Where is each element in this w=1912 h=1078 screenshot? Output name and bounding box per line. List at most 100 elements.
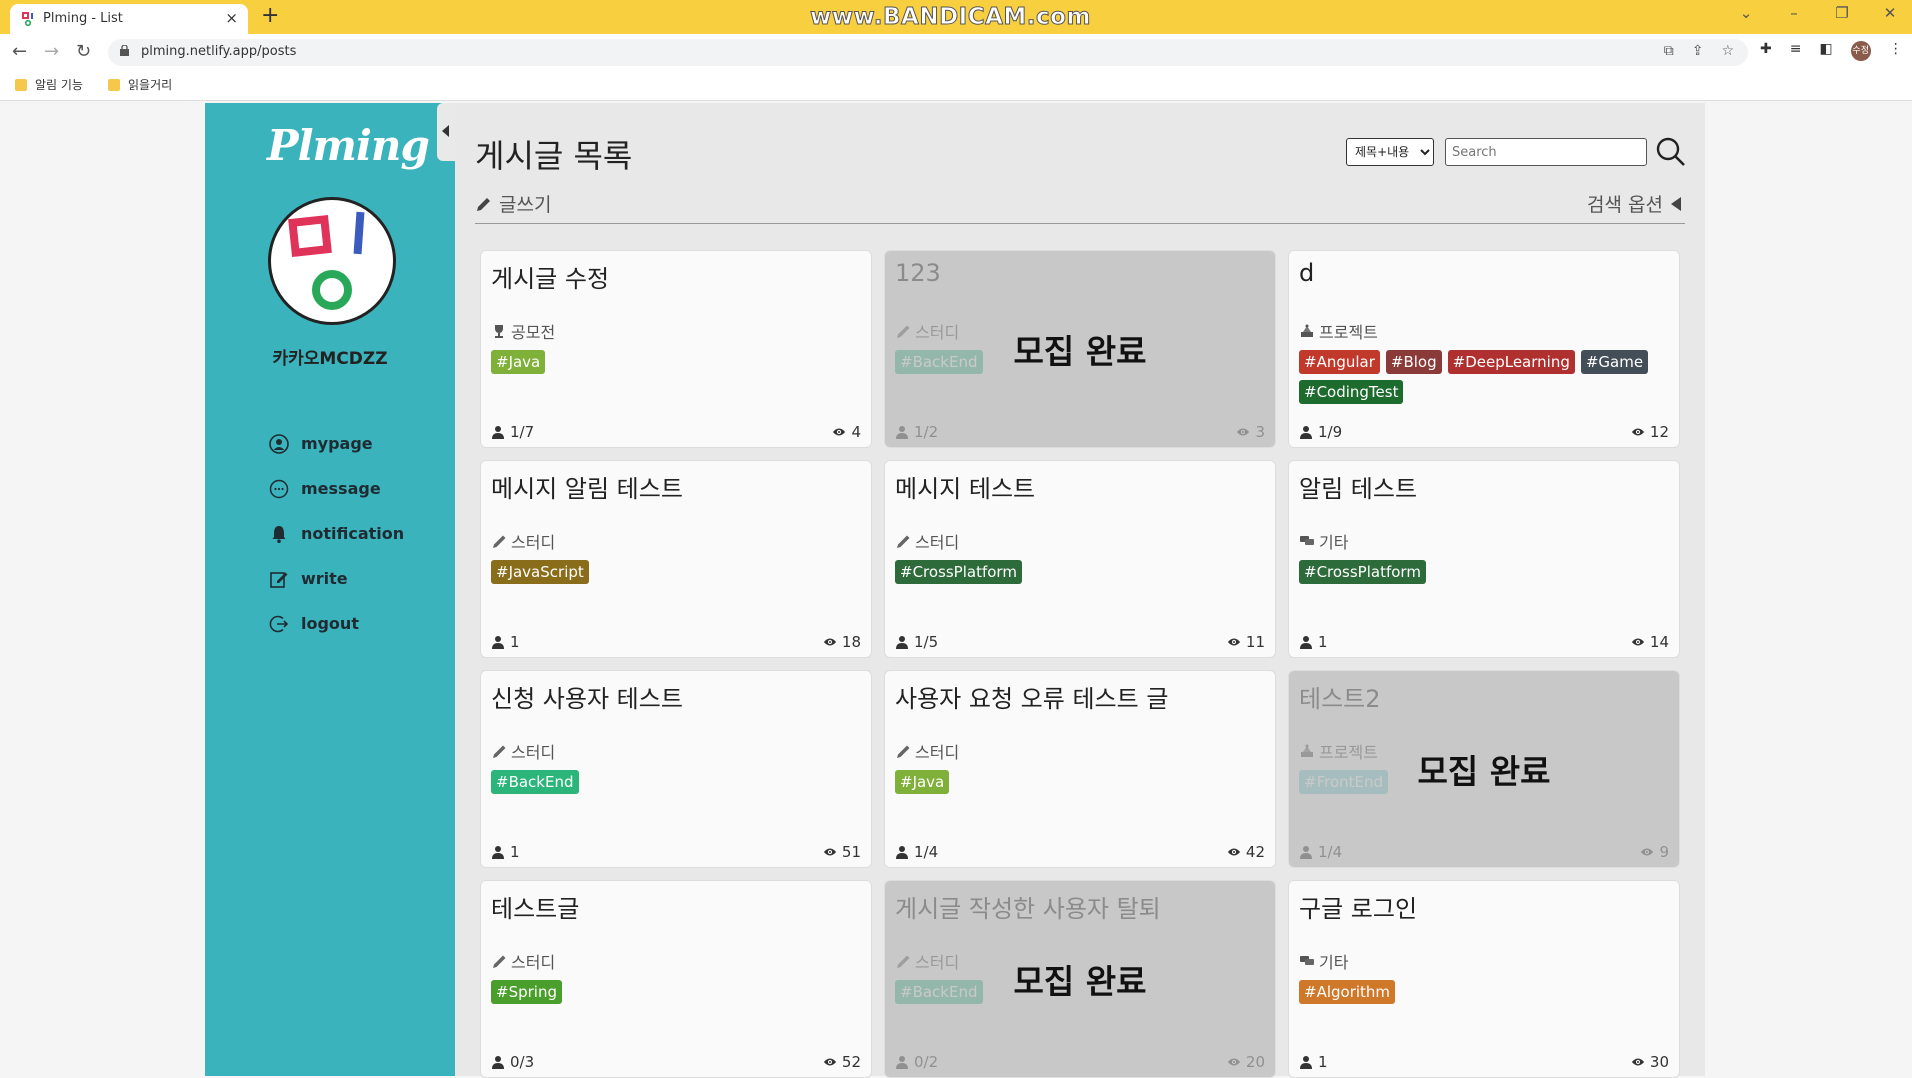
tag-badge[interactable]: #CodingTest: [1299, 380, 1404, 404]
tag-badge[interactable]: #Spring: [491, 980, 562, 1004]
post-card[interactable]: 메시지 테스트 스터디 #CrossPlatform 1/5 11 모집 완료: [884, 460, 1276, 658]
tag-badge[interactable]: #Angular: [1299, 350, 1380, 374]
bookmark-item[interactable]: 읽을거리: [108, 76, 172, 93]
post-card[interactable]: 테스트글 스터디 #Spring 0/3 52 모집 완료: [480, 880, 872, 1078]
reload-icon[interactable]: ↻: [76, 41, 91, 62]
chat-icon: [1300, 536, 1314, 545]
search-icon[interactable]: [1655, 136, 1687, 168]
post-card[interactable]: d 프로젝트 #Angular #Blog #DeepLearning #Game #C…: [1288, 250, 1680, 448]
post-members: 1: [1299, 1053, 1328, 1071]
post-card[interactable]: 신청 사용자 테스트 스터디 #BackEnd 1 51 모집 완료: [480, 670, 872, 868]
pencil-icon: [493, 745, 506, 758]
post-card[interactable]: 메시지 알림 테스트 스터디 #JavaScript 1 18 모집 완료: [480, 460, 872, 658]
reading-list-icon[interactable]: ≡: [1790, 41, 1802, 61]
back-arrow-icon[interactable]: ←: [12, 41, 27, 62]
user-icon: [1300, 636, 1312, 649]
window-controls: ⌄ – ❐ ✕: [1734, 4, 1902, 22]
search-type-select[interactable]: 제목+내용: [1346, 138, 1434, 166]
profile-avatar[interactable]: 수정: [1850, 41, 1871, 61]
bookmark-item[interactable]: 알림 기능: [15, 76, 83, 93]
tag-badge[interactable]: #JavaScript: [491, 560, 589, 584]
user-icon: [492, 846, 504, 859]
post-card[interactable]: 123 스터디 #BackEnd 1/2 3 모집 완료: [884, 250, 1276, 448]
write-post-link[interactable]: 글쓰기: [475, 190, 551, 217]
post-views-count: 30: [1649, 1053, 1669, 1071]
post-category: 기타: [1299, 529, 1348, 553]
trophy-icon: [495, 325, 503, 338]
user-icon: [1300, 1056, 1312, 1069]
post-category-label: 프로젝트: [1319, 323, 1378, 342]
post-title: 구글 로그인: [1299, 895, 1418, 923]
post-tags: #BackEnd: [491, 770, 861, 794]
tag-badge[interactable]: #Java: [491, 350, 546, 374]
user-icon: [492, 636, 504, 649]
post-views-count: 51: [841, 843, 861, 861]
forward-arrow-icon[interactable]: →: [44, 41, 59, 62]
avatar[interactable]: [268, 197, 396, 325]
restore-icon[interactable]: ❐: [1830, 4, 1854, 22]
site-logo[interactable]: Plming: [267, 121, 430, 170]
post-card[interactable]: 테스트2 프로젝트 #FrontEnd 1/4 9 모집 완료: [1288, 670, 1680, 868]
tag-badge[interactable]: #CrossPlatform: [895, 560, 1022, 584]
folder-icon: [15, 78, 27, 91]
sidebar-item-mypage[interactable]: mypage: [269, 421, 404, 466]
sidebar-item-logout[interactable]: logout: [269, 601, 404, 646]
post-card[interactable]: 알림 테스트 기타 #CrossPlatform 1 14 모집 완료: [1288, 460, 1680, 658]
chat-icon: [1300, 956, 1314, 965]
new-tab-button[interactable]: +: [261, 3, 279, 28]
post-category: 프로젝트: [1299, 319, 1378, 343]
chevron-down-icon[interactable]: ⌄: [1734, 4, 1758, 22]
sidebar-collapse-toggle[interactable]: [437, 103, 455, 161]
star-icon[interactable]: ☆: [1721, 43, 1734, 59]
browser-tab[interactable]: Plming - List ×: [10, 4, 248, 34]
post-members-count: 1: [1318, 1053, 1328, 1071]
sidebar-item-message[interactable]: message: [269, 466, 404, 511]
search-input[interactable]: [1445, 138, 1647, 166]
user-circle-icon: [269, 433, 289, 454]
user-icon: [492, 1056, 504, 1069]
tag-badge[interactable]: #BackEnd: [491, 770, 579, 794]
url-text: plming.netlify.app/posts: [141, 44, 297, 59]
tag-badge[interactable]: #Blog: [1385, 350, 1442, 374]
post-tags: #Java: [895, 770, 1265, 794]
minimize-icon[interactable]: –: [1782, 4, 1806, 22]
more-menu-icon[interactable]: ⋮: [1889, 41, 1903, 61]
puzzle-icon[interactable]: ✚: [1760, 41, 1772, 61]
bookmarks-bar: 알림 기능 읽을거리: [0, 70, 1912, 101]
tag-badge[interactable]: #Algorithm: [1299, 980, 1396, 1004]
edit-icon: [270, 571, 288, 588]
post-views-count: 11: [1245, 633, 1265, 651]
browser-tab-bar: Plming - List × + www.BANDICAM.com ⌄ – ❐…: [0, 0, 1912, 34]
tag-badge[interactable]: #Java: [895, 770, 950, 794]
sidebar-item-write[interactable]: write: [269, 556, 404, 601]
main-content: 게시글 목록 제목+내용 글쓰기 검색 옵션 게시글 수정 공모전 #Java …: [455, 103, 1705, 1078]
pencil-icon: [897, 535, 910, 548]
sidebar-item-notification[interactable]: notification: [269, 511, 404, 556]
share-icon[interactable]: ⇪: [1692, 43, 1704, 59]
post-views: 18: [823, 633, 861, 651]
eye-icon: [833, 428, 846, 436]
post-card[interactable]: 사용자 요청 오류 테스트 글 스터디 #Java 1/4 42 모집 완료: [884, 670, 1276, 868]
tag-badge[interactable]: #Game: [1580, 350, 1649, 374]
post-card[interactable]: 게시글 수정 공모전 #Java 1/7 4 모집 완료: [480, 250, 872, 448]
address-bar-icons: ⧉ ⇪ ☆: [1664, 43, 1734, 59]
post-card[interactable]: 게시글 작성한 사용자 탈퇴 스터디 #BackEnd 0/2 20 모집 완료: [884, 880, 1276, 1078]
post-card[interactable]: 구글 로그인 기타 #Algorithm 1 30 모집 완료: [1288, 880, 1680, 1078]
tag-badge[interactable]: #CrossPlatform: [1299, 560, 1426, 584]
sidepanel-icon[interactable]: ◧: [1819, 41, 1832, 61]
post-category: 스터디: [491, 739, 555, 763]
search-options-label: 검색 옵션: [1587, 194, 1663, 216]
post-title: 사용자 요청 오류 테스트 글: [895, 685, 1169, 713]
translate-icon[interactable]: ⧉: [1664, 43, 1674, 59]
search-options-toggle[interactable]: 검색 옵션: [1587, 190, 1683, 217]
tag-badge[interactable]: #DeepLearning: [1447, 350, 1575, 374]
address-bar[interactable]: plming.netlify.app/posts ⧉ ⇪ ☆: [108, 39, 1748, 66]
eye-icon: [1227, 638, 1241, 646]
tab-close-icon[interactable]: ×: [225, 9, 238, 27]
sidebar-item-label: notification: [301, 524, 405, 543]
post-views: 11: [1227, 633, 1265, 651]
close-window-icon[interactable]: ✕: [1878, 4, 1902, 22]
post-members-count: 0/3: [510, 1053, 535, 1071]
post-category: 스터디: [491, 949, 555, 973]
browser-toolbar: ← → ↻ plming.netlify.app/posts ⧉ ⇪ ☆ ✚ ≡…: [0, 34, 1912, 70]
